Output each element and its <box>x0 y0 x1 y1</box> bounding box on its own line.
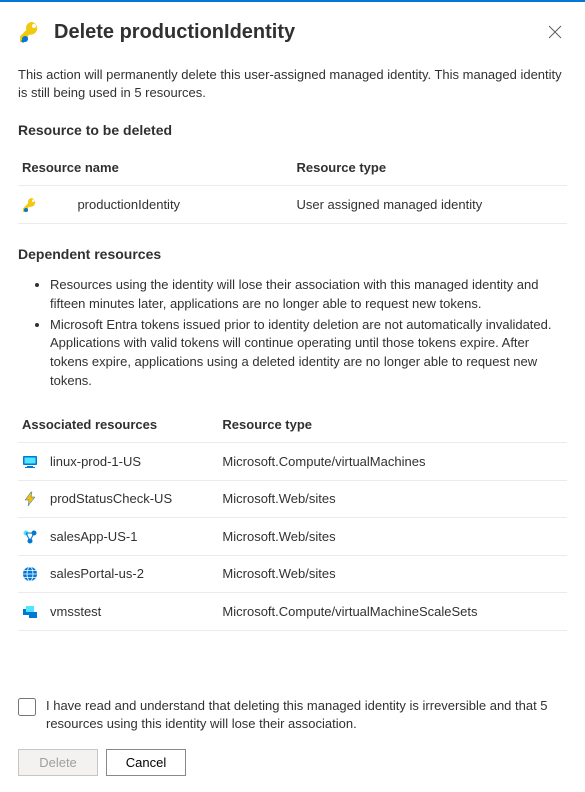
col-header-assoc-name: Associated resources <box>18 409 218 443</box>
close-icon <box>548 25 562 39</box>
table-row: salesPortal-us-2 Microsoft.Web/sites <box>18 555 567 593</box>
dialog-header: Delete productionIdentity <box>18 20 567 44</box>
resource-name: salesApp-US-1 <box>46 518 218 556</box>
resource-type: Microsoft.Web/sites <box>218 480 567 518</box>
table-row: prodStatusCheck-US Microsoft.Web/sites <box>18 480 567 518</box>
dependent-info-list: Resources using the identity will lose t… <box>18 276 567 391</box>
vmss-icon <box>22 604 38 620</box>
resource-name: prodStatusCheck-US <box>46 480 218 518</box>
key-identity-icon <box>22 197 38 213</box>
resource-name: linux-prod-1-US <box>46 443 218 481</box>
consent-row[interactable]: I have read and understand that deleting… <box>18 697 567 733</box>
list-item: Resources using the identity will lose t… <box>50 276 567 314</box>
table-row: salesApp-US-1 Microsoft.Web/sites <box>18 518 567 556</box>
key-identity-icon <box>18 20 42 44</box>
dialog-footer: Delete Cancel <box>18 749 567 776</box>
globe-icon <box>22 566 38 582</box>
resource-type: Microsoft.Compute/virtualMachineScaleSet… <box>218 593 567 631</box>
col-header-assoc-type: Resource type <box>218 409 567 443</box>
resource-table: Resource name Resource type producti <box>18 152 567 224</box>
resource-name: salesPortal-us-2 <box>46 555 218 593</box>
delete-button[interactable]: Delete <box>18 749 98 776</box>
cancel-button[interactable]: Cancel <box>106 749 186 776</box>
dialog-description: This action will permanently delete this… <box>18 66 567 102</box>
resource-name: vmsstest <box>46 593 218 631</box>
vm-icon <box>22 454 38 470</box>
resource-type: Microsoft.Compute/virtualMachines <box>218 443 567 481</box>
list-item: Microsoft Entra tokens issued prior to i… <box>50 316 567 391</box>
resource-name: productionIdentity <box>73 186 292 224</box>
dependent-resources-section: Dependent resources Resources using the … <box>18 246 567 631</box>
col-header-type: Resource type <box>292 152 567 186</box>
function-icon <box>22 491 38 507</box>
associated-resources-table: Associated resources Resource type linux… <box>18 409 567 631</box>
section-title-deleted: Resource to be deleted <box>18 122 567 138</box>
webapp-icon <box>22 529 38 545</box>
table-row: vmsstest Microsoft.Compute/virtualMachin… <box>18 593 567 631</box>
delete-identity-dialog: Delete productionIdentity This action wi… <box>0 2 585 792</box>
col-header-name: Resource name <box>18 152 292 186</box>
table-row: productionIdentity User assigned managed… <box>18 186 567 224</box>
resource-type: Microsoft.Web/sites <box>218 518 567 556</box>
resource-to-delete-section: Resource to be deleted Resource name Res… <box>18 122 567 224</box>
resource-type: User assigned managed identity <box>292 186 567 224</box>
resource-type: Microsoft.Web/sites <box>218 555 567 593</box>
section-title-dependent: Dependent resources <box>18 246 567 262</box>
table-row: linux-prod-1-US Microsoft.Compute/virtua… <box>18 443 567 481</box>
consent-checkbox[interactable] <box>18 698 36 716</box>
dialog-title: Delete productionIdentity <box>54 21 531 44</box>
consent-label: I have read and understand that deleting… <box>46 697 567 733</box>
close-button[interactable] <box>543 20 567 44</box>
